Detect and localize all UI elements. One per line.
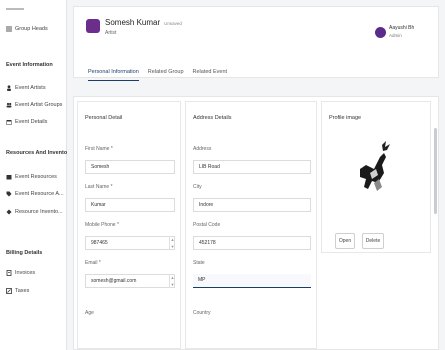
record-tabs: Personal Information Related Group Relat… — [88, 69, 228, 81]
tab-related-event[interactable]: Related Event — [193, 69, 228, 79]
tag-icon — [6, 191, 12, 197]
user-name[interactable]: Aayushi Bh — [389, 25, 414, 31]
box-icon — [6, 175, 12, 180]
sidebar-section-billing: Billing Details — [6, 250, 43, 256]
postal-code-label: Postal Code — [193, 222, 221, 228]
receipt-icon — [6, 270, 12, 276]
panel-title: Personal Detail — [85, 115, 123, 121]
open-button[interactable]: Open — [335, 233, 355, 249]
sidebar-item-event-details[interactable]: Event Details — [6, 117, 47, 127]
pin-icon — [6, 209, 12, 215]
postal-code-input[interactable]: 452178 — [193, 236, 311, 250]
last-name-label: Last Name * — [85, 184, 113, 190]
tab-related-group[interactable]: Related Group — [148, 69, 184, 79]
delete-button[interactable]: Delete — [362, 233, 384, 249]
user-icon — [7, 85, 11, 91]
sidebar-item-label: Invoices — [15, 270, 36, 276]
sidebar-item-top[interactable] — [6, 4, 24, 14]
list-icon — [6, 26, 12, 32]
main-area: Somesh Kumar Unsaved Artist Aayushi Bh Ad… — [67, 0, 445, 350]
address-input[interactable]: LIB Road — [193, 160, 311, 174]
divider — [6, 8, 24, 10]
address-label: Address — [193, 146, 212, 152]
sidebar-item-event-resources[interactable]: Event Resources — [6, 172, 57, 182]
user-avatar[interactable] — [375, 27, 386, 38]
city-input[interactable]: Indore — [193, 198, 311, 212]
last-name-input[interactable]: Kumar — [85, 198, 175, 212]
tab-personal-information[interactable]: Personal Information — [88, 69, 139, 81]
sidebar-item-event-artist-groups[interactable]: Event Artist Groups — [6, 100, 62, 110]
status-badge: Unsaved — [164, 21, 182, 26]
calendar-icon — [6, 120, 12, 125]
sidebar-item-label: Event Resources — [15, 174, 57, 180]
address-detail-panel: Address Details Address LIB Road City In… — [185, 101, 317, 349]
mobile-stepper[interactable]: ▲ ▼ — [169, 236, 175, 250]
sidebar-section-event-information: Event Information — [6, 62, 53, 68]
form-content: Personal Detail First Name * Somesh Last… — [73, 96, 439, 350]
sidebar-item-event-artists[interactable]: Event Artists — [6, 83, 46, 93]
country-label: Country — [193, 310, 211, 316]
scrollbar[interactable] — [434, 128, 437, 214]
profile-photo — [360, 141, 390, 191]
record-avatar-icon — [86, 19, 100, 33]
sidebar-item-label: Event Resource A... — [15, 191, 64, 197]
sidebar-item-label: Event Details — [15, 119, 48, 125]
sidebar-item-label: Resource Invento... — [15, 209, 63, 215]
email-input[interactable]: somesh@gmail.com — [85, 274, 175, 288]
personal-detail-panel: Personal Detail First Name * Somesh Last… — [77, 101, 181, 349]
first-name-input[interactable]: Somesh — [85, 160, 175, 174]
sidebar-item-resource-inventory[interactable]: Resource Invento... — [6, 207, 63, 217]
panel-title: Profile image — [329, 115, 362, 121]
record-header: Somesh Kumar Unsaved Artist Aayushi Bh Ad… — [73, 6, 439, 81]
record-title: Somesh Kumar Unsaved — [105, 18, 182, 27]
percent-icon — [6, 288, 12, 294]
state-input[interactable]: MP — [193, 274, 311, 288]
sidebar-item-event-resource-a[interactable]: Event Resource A... — [6, 189, 64, 199]
state-label: State — [193, 260, 205, 266]
mobile-input[interactable]: 987465 — [85, 236, 175, 250]
sidebar-item-taxes[interactable]: Taxes — [6, 286, 29, 296]
sidebar-item-invoices[interactable]: Invoices — [6, 268, 35, 278]
sidebar-item-label: Event Artist Groups — [15, 102, 63, 108]
sidebar-item-group-heads[interactable]: Group Heads — [6, 24, 48, 34]
sidebar-item-label: Taxes — [15, 288, 30, 294]
email-label: Email * — [85, 260, 101, 266]
age-label: Age — [85, 310, 94, 316]
sidebar: Group Heads Event Information Event Arti… — [0, 0, 72, 350]
email-stepper[interactable]: ▲ ▼ — [169, 274, 175, 288]
users-icon — [6, 102, 12, 108]
city-label: City — [193, 184, 202, 190]
first-name-label: First Name * — [85, 146, 113, 152]
sidebar-item-label: Group Heads — [15, 26, 48, 32]
user-role: Admin — [389, 33, 402, 38]
record-name: Somesh Kumar — [105, 18, 161, 27]
mobile-label: Mobile Phone * — [85, 222, 119, 228]
sidebar-item-label: Event Artists — [15, 85, 46, 91]
panel-title: Address Details — [193, 115, 232, 121]
profile-image-panel: Profile image Open Delete — [321, 101, 431, 253]
sidebar-section-resources: Resources And Inventory — [6, 150, 73, 156]
record-subtitle: Artist — [105, 30, 117, 36]
